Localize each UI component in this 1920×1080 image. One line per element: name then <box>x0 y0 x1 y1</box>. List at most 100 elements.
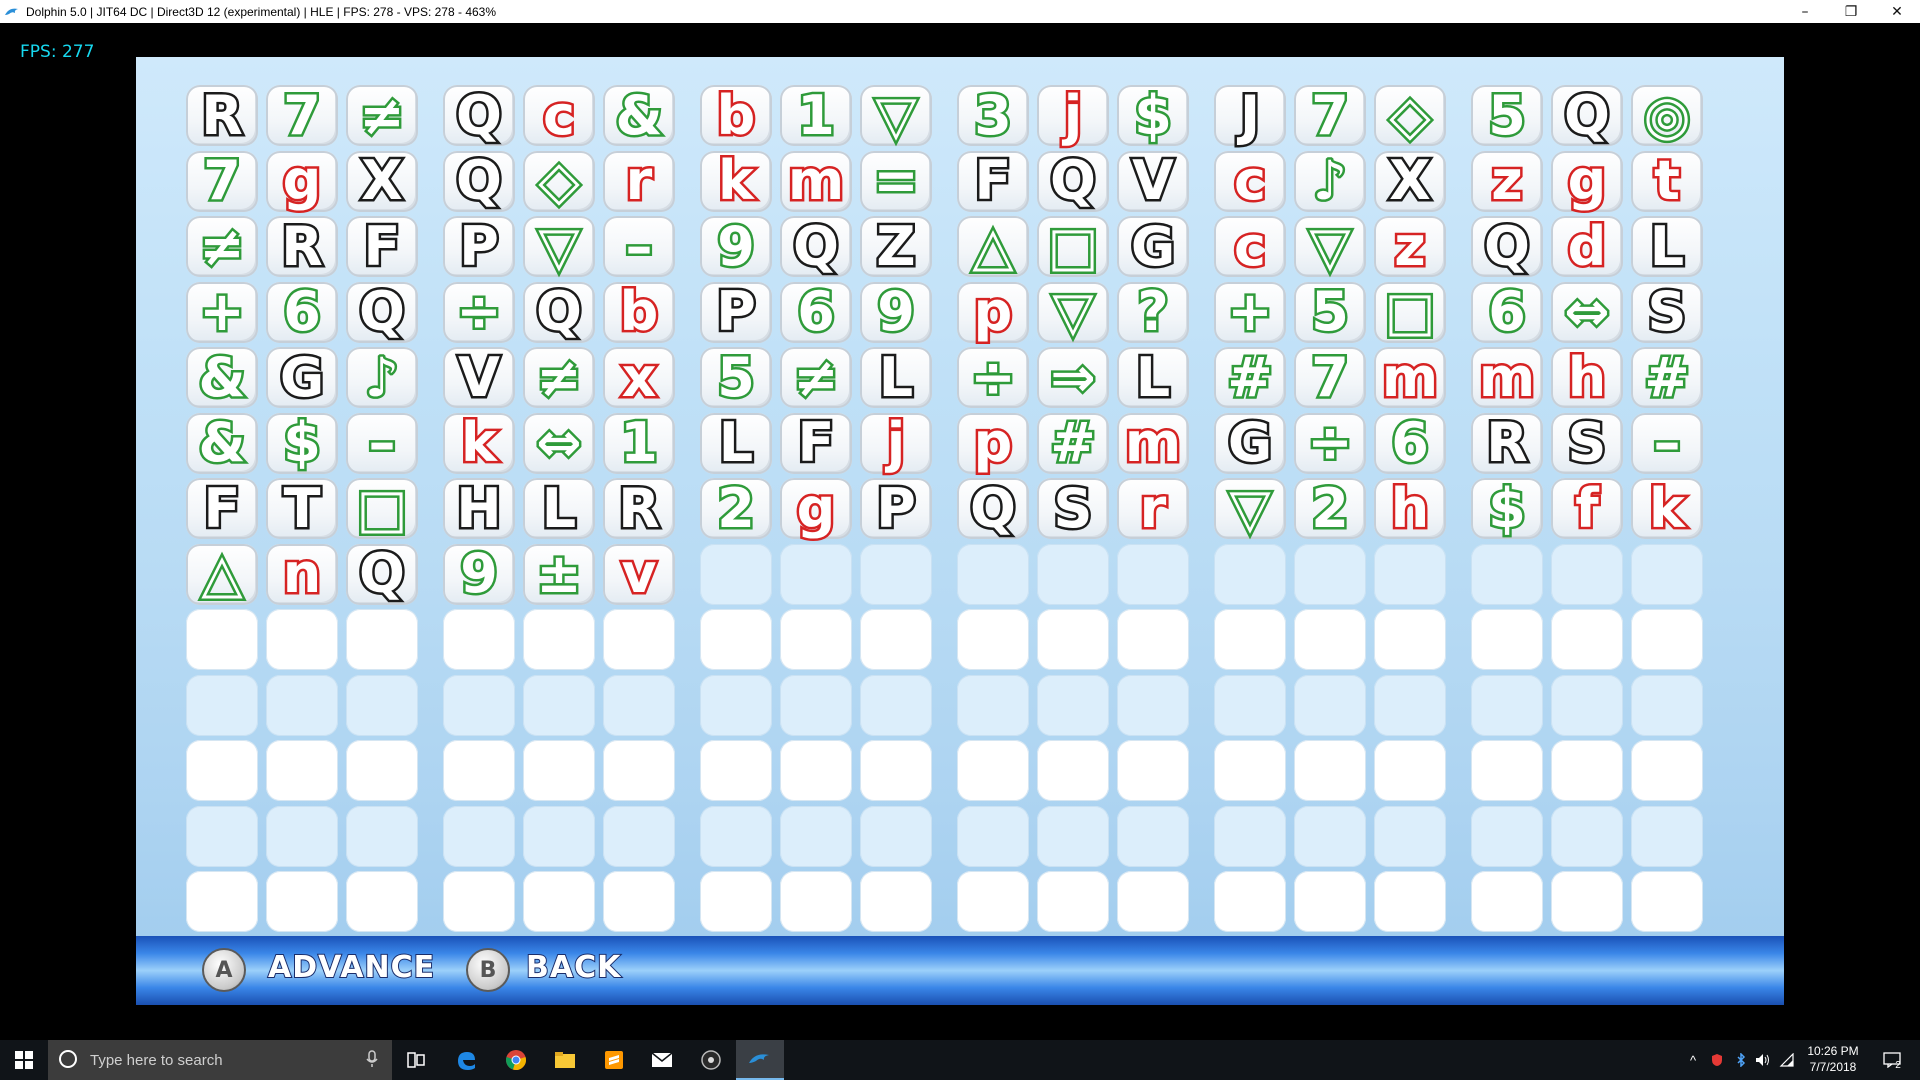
symbol-tile[interactable]: ÷ <box>1294 412 1366 474</box>
symbol-tile[interactable]: F <box>186 478 258 539</box>
symbol-tile[interactable]: L <box>1117 347 1189 408</box>
empty-tile[interactable] <box>860 674 932 736</box>
symbol-tile[interactable]: $ <box>1471 478 1543 539</box>
symbol-tile[interactable]: Q <box>443 150 515 212</box>
symbol-tile[interactable]: 6 <box>780 281 852 343</box>
empty-tile[interactable] <box>1551 609 1623 670</box>
empty-tile[interactable] <box>346 609 418 670</box>
network-wifi-icon[interactable] <box>1778 1050 1796 1070</box>
empty-tile[interactable] <box>346 871 418 932</box>
symbol-tile[interactable]: m <box>1117 412 1189 474</box>
symbol-tile[interactable]: $ <box>1117 85 1189 146</box>
symbol-tile[interactable]: R <box>1471 412 1543 474</box>
empty-tile[interactable] <box>1294 609 1366 670</box>
symbol-tile[interactable]: ◇ <box>1374 85 1446 146</box>
symbol-tile[interactable]: ◎ <box>1631 85 1703 146</box>
symbol-tile[interactable]: ♪ <box>1294 150 1366 212</box>
symbol-tile[interactable]: ≠ <box>186 216 258 277</box>
symbol-tile[interactable]: Q <box>346 281 418 343</box>
symbol-tile[interactable]: P <box>443 216 515 277</box>
empty-tile[interactable] <box>1294 674 1366 736</box>
symbol-tile[interactable]: H <box>443 478 515 539</box>
media-app-icon[interactable] <box>687 1040 735 1080</box>
symbol-tile[interactable]: k <box>443 412 515 474</box>
symbol-tile[interactable]: Q <box>443 85 515 146</box>
symbol-tile[interactable]: L <box>700 412 772 474</box>
empty-tile[interactable] <box>266 609 338 670</box>
edge-browser-icon[interactable] <box>442 1040 490 1080</box>
symbol-tile[interactable]: – <box>603 216 675 277</box>
symbol-tile[interactable]: ≠ <box>780 347 852 408</box>
symbol-tile[interactable]: & <box>186 347 258 408</box>
empty-tile[interactable] <box>1117 805 1189 867</box>
symbol-tile[interactable]: △ <box>957 216 1029 277</box>
symbol-tile[interactable]: 2 <box>1294 478 1366 539</box>
empty-tile[interactable] <box>1551 543 1623 605</box>
symbol-tile[interactable]: 7 <box>1294 85 1366 146</box>
symbol-tile[interactable]: x <box>603 347 675 408</box>
empty-tile[interactable] <box>1374 609 1446 670</box>
symbol-tile[interactable]: 9 <box>700 216 772 277</box>
symbol-tile[interactable]: f <box>1551 478 1623 539</box>
empty-tile[interactable] <box>1471 871 1543 932</box>
empty-tile[interactable] <box>1294 805 1366 867</box>
empty-tile[interactable] <box>780 674 852 736</box>
empty-tile[interactable] <box>523 674 595 736</box>
symbol-tile[interactable]: & <box>186 412 258 474</box>
start-button[interactable] <box>0 1040 48 1080</box>
empty-tile[interactable] <box>1294 543 1366 605</box>
symbol-tile[interactable]: 1 <box>780 85 852 146</box>
symbol-tile[interactable]: △ <box>186 543 258 605</box>
symbol-tile[interactable]: # <box>1214 347 1286 408</box>
empty-tile[interactable] <box>1214 871 1286 932</box>
empty-tile[interactable] <box>523 609 595 670</box>
symbol-tile[interactable]: g <box>1551 150 1623 212</box>
symbol-tile[interactable]: L <box>523 478 595 539</box>
empty-tile[interactable] <box>700 543 772 605</box>
empty-tile[interactable] <box>266 871 338 932</box>
empty-tile[interactable] <box>523 740 595 801</box>
symbol-tile[interactable]: F <box>780 412 852 474</box>
symbol-tile[interactable]: L <box>1631 216 1703 277</box>
symbol-tile[interactable]: 6 <box>1374 412 1446 474</box>
empty-tile[interactable] <box>700 674 772 736</box>
symbol-tile[interactable]: z <box>1374 216 1446 277</box>
symbol-tile[interactable]: c <box>1214 216 1286 277</box>
symbol-tile[interactable]: R <box>603 478 675 539</box>
symbol-tile[interactable]: ≠ <box>346 85 418 146</box>
symbol-tile[interactable]: + <box>1214 281 1286 343</box>
empty-tile[interactable] <box>443 609 515 670</box>
symbol-tile[interactable]: c <box>1214 150 1286 212</box>
empty-tile[interactable] <box>1551 871 1623 932</box>
symbol-tile[interactable]: J <box>1214 85 1286 146</box>
symbol-tile[interactable]: S <box>1037 478 1109 539</box>
task-view-icon[interactable] <box>392 1040 440 1080</box>
symbol-tile[interactable]: v <box>603 543 675 605</box>
empty-tile[interactable] <box>1214 543 1286 605</box>
show-hidden-icons-chevron-icon[interactable]: ^ <box>1686 1050 1700 1070</box>
empty-tile[interactable] <box>443 871 515 932</box>
chrome-icon[interactable] <box>492 1040 540 1080</box>
symbol-tile[interactable]: r <box>1117 478 1189 539</box>
empty-tile[interactable] <box>186 674 258 736</box>
empty-tile[interactable] <box>603 674 675 736</box>
symbol-tile[interactable]: k <box>1631 478 1703 539</box>
symbol-tile[interactable]: h <box>1374 478 1446 539</box>
empty-tile[interactable] <box>1471 740 1543 801</box>
symbol-tile[interactable]: b <box>700 85 772 146</box>
symbol-tile[interactable]: & <box>603 85 675 146</box>
empty-tile[interactable] <box>1037 674 1109 736</box>
symbol-tile[interactable]: r <box>603 150 675 212</box>
symbol-tile[interactable]: t <box>1631 150 1703 212</box>
symbol-tile[interactable]: □ <box>1374 281 1446 343</box>
empty-tile[interactable] <box>700 871 772 932</box>
symbol-tile[interactable]: S <box>1631 281 1703 343</box>
empty-tile[interactable] <box>1037 871 1109 932</box>
symbol-tile[interactable]: G <box>1117 216 1189 277</box>
empty-tile[interactable] <box>1117 609 1189 670</box>
empty-tile[interactable] <box>443 805 515 867</box>
symbol-tile[interactable]: R <box>186 85 258 146</box>
empty-tile[interactable] <box>1037 805 1109 867</box>
back-label[interactable]: BACK <box>525 949 621 986</box>
empty-tile[interactable] <box>1631 805 1703 867</box>
